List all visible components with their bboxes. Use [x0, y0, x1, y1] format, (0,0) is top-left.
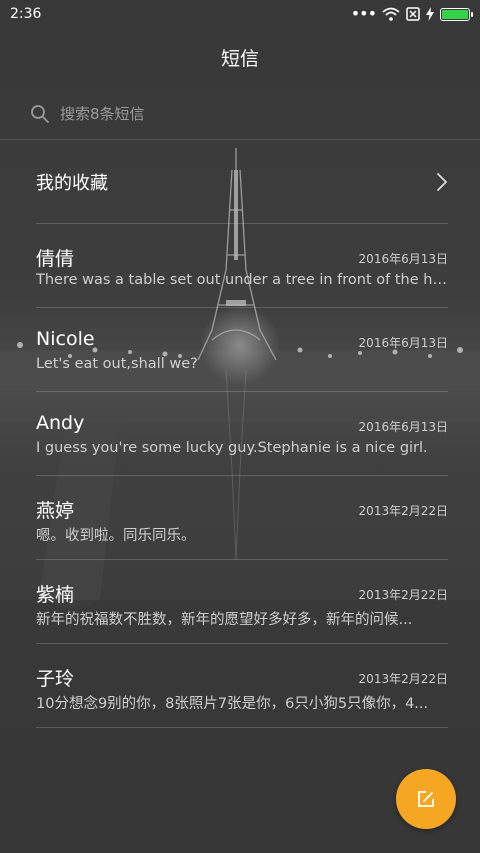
status-icons: •••	[350, 4, 473, 23]
contact-name: Andy	[36, 412, 85, 434]
contact-name: 倩倩	[36, 248, 75, 270]
message-date: 2013年2月22日	[358, 672, 448, 686]
search-bar[interactable]	[30, 96, 450, 132]
more-notifications-icon: •••	[350, 4, 377, 23]
message-date: 2013年2月22日	[358, 588, 448, 602]
message-preview: 新年的祝福数不胜数，新年的愿望好多好多，新年的问候...	[36, 612, 413, 628]
search-icon	[31, 105, 49, 123]
message-preview: Let's eat out,shall we?	[36, 356, 198, 372]
message-preview: 嗯。收到啦。同乐同乐。	[36, 528, 196, 544]
conversation-item[interactable]: 燕婷 2013年2月22日 嗯。收到啦。同乐同乐。	[36, 476, 448, 560]
contact-name: 子玲	[36, 668, 75, 690]
wifi-icon	[382, 7, 400, 21]
favorites-row[interactable]: 我的收藏	[36, 140, 448, 224]
message-preview: I guess you're some lucky guy.Stephanie …	[36, 440, 428, 456]
contact-name: Nicole	[36, 328, 95, 350]
conversation-item[interactable]: 子玲 2013年2月22日 10分想念9别的你，8张照片7张是你，6只小狗5只像…	[36, 644, 448, 728]
charging-bolt-icon	[426, 7, 434, 21]
no-sim-icon	[406, 7, 420, 21]
conversation-item[interactable]: 紫楠 2013年2月22日 新年的祝福数不胜数，新年的愿望好多好多，新年的问候.…	[36, 560, 448, 644]
search-input[interactable]	[60, 105, 420, 123]
message-preview: There was a table set out under a tree i…	[36, 272, 448, 288]
conversation-item[interactable]: 倩倩 2016年6月13日 There was a table set out …	[36, 224, 448, 308]
message-date: 2016年6月13日	[358, 252, 448, 266]
status-time: 2:36	[10, 6, 42, 22]
battery-level	[442, 9, 468, 19]
page-title: 短信	[220, 47, 259, 70]
app-header: 短信	[0, 28, 480, 86]
message-date: 2016年6月13日	[358, 420, 448, 434]
contact-name: 紫楠	[36, 584, 75, 606]
conversation-item[interactable]: Andy 2016年6月13日 I guess you're some luck…	[36, 392, 448, 476]
message-preview: 10分想念9别的你，8张照片7张是你，6只小狗5只像你，4...	[36, 696, 429, 712]
compose-button[interactable]	[396, 769, 456, 829]
compose-icon	[418, 791, 434, 807]
message-date: 2016年6月13日	[358, 336, 448, 350]
conversation-list: 我的收藏 倩倩 2016年6月13日 There was a table set…	[0, 140, 480, 728]
contact-name: 燕婷	[36, 500, 75, 522]
conversation-item[interactable]: Nicole 2016年6月13日 Let's eat out,shall we…	[36, 308, 448, 392]
status-bar: 2:36 •••	[0, 0, 480, 28]
message-date: 2013年2月22日	[358, 504, 448, 518]
battery-icon	[440, 7, 473, 21]
chevron-right-icon	[437, 172, 447, 191]
favorites-label: 我的收藏	[36, 172, 108, 194]
